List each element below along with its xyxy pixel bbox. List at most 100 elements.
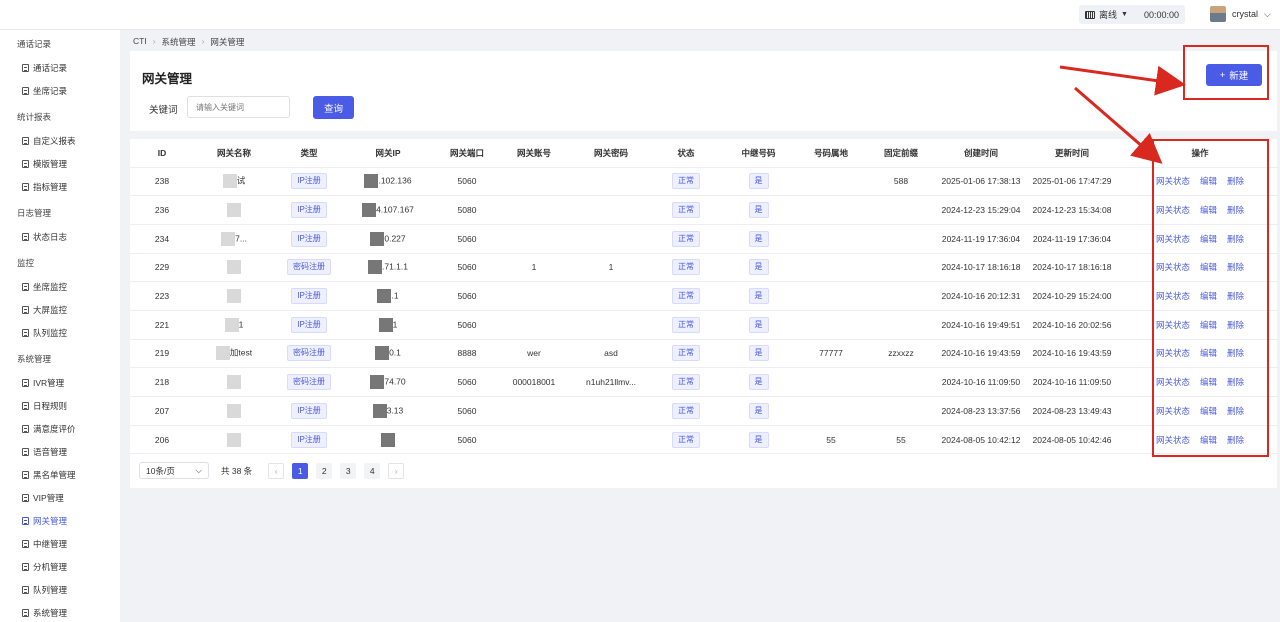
sidebar-item[interactable]: 坐席监控 [22, 281, 67, 293]
type-tag: IP注册 [291, 402, 327, 419]
cell-id: 223 [130, 281, 194, 311]
sidebar-group[interactable]: 日志管理 [17, 207, 51, 219]
cell-name [194, 396, 274, 426]
status-tag: 正常 [672, 202, 700, 219]
cell-trunk: 是 [716, 367, 801, 397]
prev-page-button[interactable]: ‹ [268, 462, 285, 479]
sidebar-group[interactable]: 通话记录 [17, 38, 51, 50]
sidebar-item-label: 满意度评价 [33, 424, 76, 434]
redacted-mask [381, 432, 395, 447]
sidebar-item[interactable]: 队列管理 [22, 584, 67, 596]
sidebar-item[interactable]: 坐席记录 [22, 85, 67, 97]
cell-ip: .71.1.1 [344, 253, 432, 283]
sidebar-item[interactable]: 状态日志 [22, 231, 67, 243]
cell-port: 5060 [432, 224, 502, 254]
cell-password: n1uh21llmv... [566, 367, 656, 397]
agent-status-label: 离线 [1099, 10, 1118, 20]
cell-region [801, 281, 861, 311]
page-size-select[interactable]: 10条/页 ⌵ [139, 462, 209, 479]
cell-account [502, 224, 566, 254]
sidebar-item[interactable]: 网关管理 [22, 515, 67, 527]
trunk-tag: 是 [748, 374, 769, 391]
cell-created: 2024-10-16 20:12:31 [941, 281, 1021, 311]
trunk-tag: 是 [748, 431, 769, 448]
cell-type: IP注册 [274, 195, 344, 225]
table-row: 207 IP注册 3.13 5060 正常 是 2024-08-23 13:37:56 202… [130, 396, 1277, 426]
sidebar-item-label: VIP管理 [33, 493, 64, 503]
cell-status: 正常 [656, 339, 716, 369]
next-page-button[interactable]: › [388, 462, 405, 479]
sidebar-item[interactable]: 自定义报表 [22, 135, 76, 147]
keyword-input[interactable] [187, 96, 290, 118]
breadcrumb-item[interactable]: 系统管理 [162, 36, 196, 48]
cell-ip: .1 [344, 281, 432, 311]
sidebar-item[interactable]: IVR管理 [22, 377, 64, 389]
sidebar-group[interactable]: 统计报表 [17, 111, 51, 123]
cell-account [502, 425, 566, 455]
status-tag: 正常 [672, 288, 700, 305]
sidebar-group[interactable]: 监控 [17, 257, 34, 269]
cell-password: asd [566, 339, 656, 369]
sidebar-item[interactable]: 队列监控 [22, 327, 67, 339]
sidebar-item[interactable]: 中继管理 [22, 538, 67, 550]
cell-id: 229 [130, 253, 194, 283]
agent-status-selector[interactable]: 离线 ▼ 00:00:00 [1079, 5, 1185, 24]
cell-created: 2024-10-17 18:16:18 [941, 253, 1021, 283]
sidebar-item[interactable]: 通话记录 [22, 62, 67, 74]
ip-text: 1 [392, 319, 398, 330]
breadcrumb: CTI › 系统管理 › 网关管理 [133, 36, 244, 48]
pagination: 10条/页 ⌵ 共 38 条 ‹ 1234 › [139, 462, 405, 479]
sidebar-item[interactable]: 指标管理 [22, 181, 67, 193]
column-header: 更新时间 [1021, 139, 1123, 168]
cell-created: 2024-12-23 15:29:04 [941, 195, 1021, 225]
chevron-down-icon: ⌵ [1264, 8, 1271, 19]
type-tag: 密码注册 [287, 345, 331, 362]
redacted-mask [227, 403, 241, 418]
sidebar-item[interactable]: 分机管理 [22, 561, 67, 573]
sidebar-group[interactable]: 系统管理 [17, 353, 51, 365]
top-bar: 离线 ▼ 00:00:00 crystal ⌵ [0, 0, 1280, 30]
cell-type: IP注册 [274, 425, 344, 455]
cell-created: 2024-10-16 19:49:51 [941, 310, 1021, 340]
type-tag: IP注册 [291, 202, 327, 219]
sidebar-item[interactable]: VIP管理 [22, 492, 64, 504]
sidebar-item[interactable]: 语音管理 [22, 446, 67, 458]
document-icon [22, 563, 29, 571]
trunk-tag: 是 [748, 230, 769, 247]
page-button[interactable]: 4 [364, 462, 381, 479]
sidebar-item-label: 网关管理 [33, 516, 68, 526]
page-button[interactable]: 3 [340, 462, 357, 479]
cell-status: 正常 [656, 396, 716, 426]
cell-prefix: 588 [861, 167, 941, 197]
breadcrumb-item[interactable]: CTI [133, 36, 147, 48]
trunk-tag: 是 [748, 345, 769, 362]
sidebar-item[interactable]: 日程规则 [22, 400, 67, 412]
cell-updated: 2025-01-06 17:47:29 [1021, 167, 1123, 197]
cell-trunk: 是 [716, 281, 801, 311]
user-menu[interactable]: crystal ⌵ [1210, 6, 1271, 22]
sidebar-item[interactable]: 系统管理 [22, 607, 67, 619]
cell-name: 7... [194, 224, 274, 254]
cell-trunk: 是 [716, 339, 801, 369]
type-tag: IP注册 [291, 316, 327, 333]
sidebar-item[interactable]: 大屏监控 [22, 304, 67, 316]
cell-created: 2024-11-19 17:36:04 [941, 224, 1021, 254]
document-icon [22, 329, 29, 337]
sidebar-item[interactable]: 模版管理 [22, 158, 67, 170]
cell-prefix: zzxxzz [861, 339, 941, 369]
trunk-tag: 是 [748, 316, 769, 333]
table-row: 206 IP注册 5060 正常是 55 55 2024-08-05 10:42:12 202… [130, 425, 1277, 455]
page-button[interactable]: 2 [316, 462, 333, 479]
cell-updated: 2024-10-17 18:16:18 [1021, 253, 1123, 283]
cell-created: 2024-08-23 13:37:56 [941, 396, 1021, 426]
query-button[interactable]: 查询 [313, 96, 354, 119]
cell-status: 正常 [656, 367, 716, 397]
sidebar-item[interactable]: 黑名单管理 [22, 469, 76, 481]
cell-prefix [861, 224, 941, 254]
cell-region [801, 224, 861, 254]
cell-region [801, 396, 861, 426]
page-button[interactable]: 1 [292, 462, 309, 479]
cell-password: 1 [566, 253, 656, 283]
document-icon [22, 494, 29, 502]
sidebar-item[interactable]: 满意度评价 [22, 423, 76, 435]
